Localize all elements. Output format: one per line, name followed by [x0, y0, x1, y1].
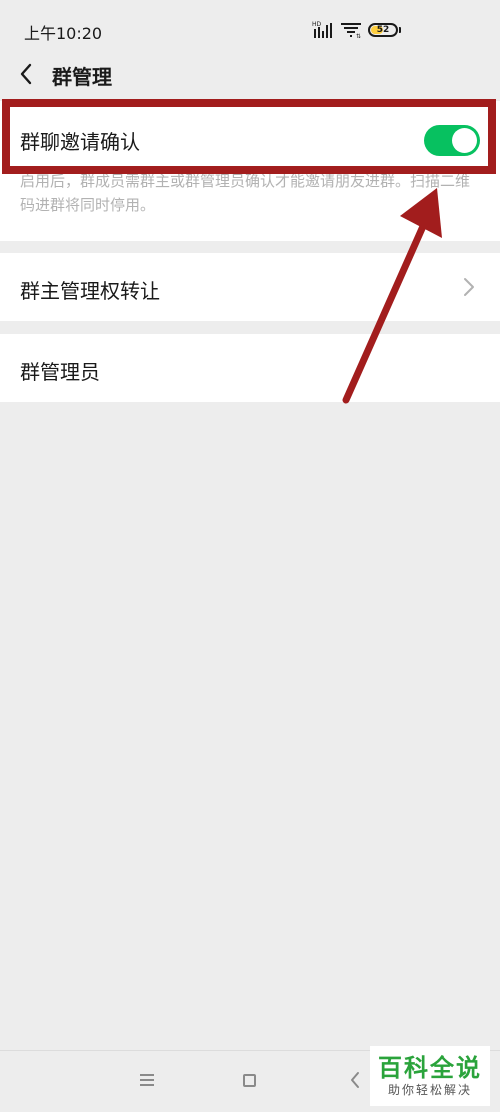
- signal-icon: HD: [312, 21, 332, 38]
- group-admins-row[interactable]: 群管理员: [0, 334, 500, 402]
- group-admins-label: 群管理员: [20, 360, 100, 384]
- invite-confirm-label: 群聊邀请确认: [20, 130, 140, 154]
- battery-tip: [399, 27, 401, 33]
- chevron-right-icon: [464, 278, 474, 296]
- watermark-subtitle: 助你轻松解决: [387, 1083, 472, 1097]
- back-triangle-icon[interactable]: [349, 1071, 361, 1089]
- network-label: HD: [312, 21, 322, 28]
- back-button[interactable]: [10, 58, 42, 90]
- invite-confirm-toggle[interactable]: [424, 125, 480, 156]
- transfer-owner-label: 群主管理权转让: [20, 279, 160, 303]
- watermark-title: 百科全说: [378, 1054, 482, 1082]
- status-time: 上午10:20: [24, 24, 103, 43]
- toggle-knob: [452, 128, 477, 153]
- transfer-owner-row[interactable]: 群主管理权转让: [0, 253, 500, 321]
- invite-confirm-description: 启用后，群成员需群主或群管理员确认才能邀请朋友进群。扫描二维码进群将同时停用。: [20, 172, 471, 214]
- menu-icon[interactable]: [138, 1071, 156, 1089]
- status-icons: HD ⇅ 52: [312, 18, 401, 42]
- wifi-icon: ⇅: [341, 23, 361, 39]
- home-square-icon[interactable]: [243, 1074, 256, 1087]
- chevron-left-icon: [20, 63, 32, 85]
- svg-text:⇅: ⇅: [356, 33, 361, 39]
- invite-confirm-section: 群聊邀请确认 启用后，群成员需群主或群管理员确认才能邀请朋友进群。扫描二维码进群…: [0, 101, 500, 241]
- title-bar: 群管理: [0, 48, 500, 100]
- page-title: 群管理: [52, 65, 112, 89]
- battery-icon: 52: [368, 23, 398, 37]
- watermark-logo: 百科全说 助你轻松解决: [370, 1046, 490, 1106]
- battery-level: 52: [376, 25, 390, 35]
